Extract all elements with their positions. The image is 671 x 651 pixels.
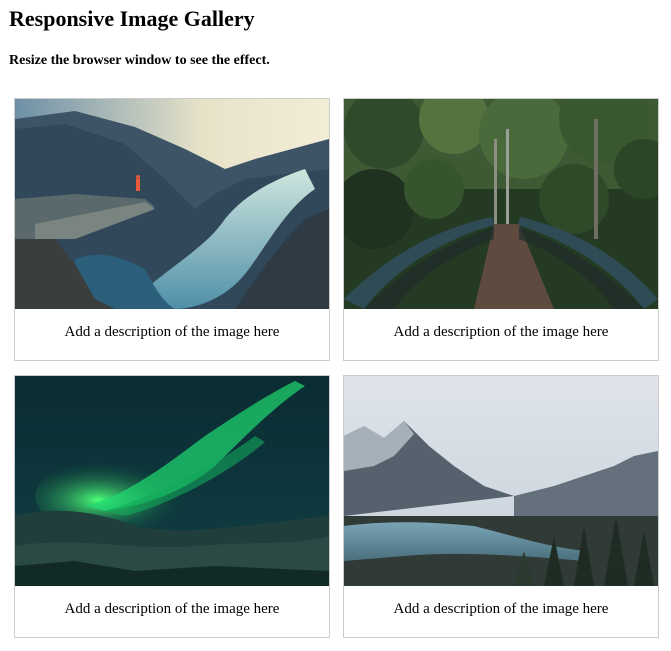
page-title: Responsive Image Gallery xyxy=(9,6,255,31)
gallery-description: Add a description of the image here xyxy=(393,324,609,340)
gallery-item-northern-lights[interactable]: Add a description of the image here xyxy=(14,375,330,638)
page-subtitle: Resize the browser window to see the eff… xyxy=(9,53,270,68)
fjords-image[interactable] xyxy=(15,99,329,309)
northern-lights-image[interactable] xyxy=(15,376,329,586)
gallery-description: Add a description of the image here xyxy=(64,601,280,617)
gallery-item-mountains[interactable]: Add a description of the image here xyxy=(343,375,659,638)
gallery-description: Add a description of the image here xyxy=(64,324,280,340)
gallery-description: Add a description of the image here xyxy=(393,601,609,617)
gallery-item-fjords[interactable]: Add a description of the image here xyxy=(14,98,330,361)
gallery-item-forest[interactable]: Add a description of the image here xyxy=(343,98,659,361)
forest-image[interactable] xyxy=(344,99,658,309)
mountains-image[interactable] xyxy=(344,376,658,586)
